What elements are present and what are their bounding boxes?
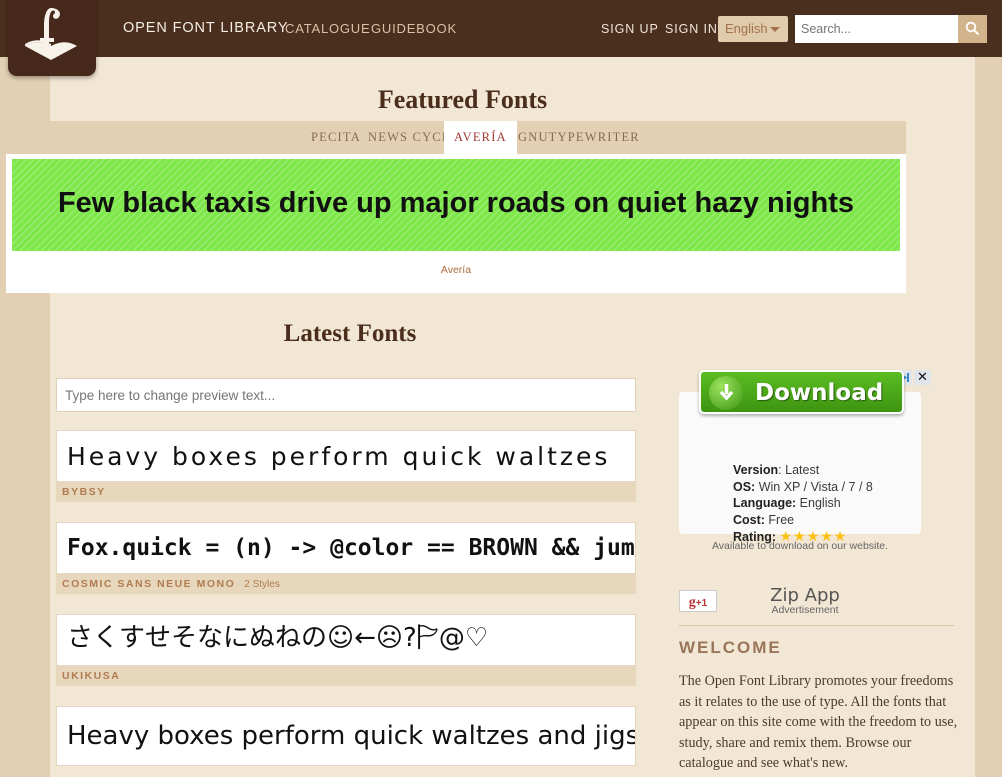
featured-font-banner[interactable]: Few black taxis drive up major roads on … — [12, 159, 900, 251]
ad-spec-label: OS: — [733, 479, 756, 494]
download-arrow-icon — [709, 376, 743, 410]
font-sample-text: Fox.quick = (n) -> @color == BROWN && ju… — [67, 535, 635, 561]
featured-font-caption[interactable]: Avería — [6, 264, 906, 276]
zip-app-subtitle: Advertisement — [771, 604, 839, 616]
sidebar-divider — [679, 625, 954, 626]
search-area — [795, 15, 987, 43]
font-list-item[interactable]: Fox.quick = (n) -> @color == BROWN && ju… — [56, 522, 636, 594]
font-sample-preview[interactable]: Heavy boxes perform quick waltzes — [56, 430, 636, 482]
search-button[interactable] — [958, 15, 987, 43]
ad-spec-version: Version: Latest — [733, 462, 873, 479]
font-sample-preview[interactable]: Fox.quick = (n) -> @color == BROWN && ju… — [56, 522, 636, 574]
featured-tabs: PECITA NEWS CYCLE AVERÍA GNUTYPEWRITER — [6, 121, 906, 154]
featured-sample-text: Few black taxis drive up major roads on … — [57, 187, 855, 219]
sign-in-link[interactable]: SIGN IN — [665, 22, 718, 36]
featured-font-panel: Few black taxis drive up major roads on … — [6, 154, 906, 293]
font-sample-preview[interactable]: Heavy boxes perform quick waltzes and ji… — [56, 706, 636, 766]
ad-spec-value: Free — [764, 512, 795, 527]
ad-spec-os: OS: Win XP / Vista / 7 / 8 — [733, 479, 873, 496]
font-sample-text: Heavy boxes perform quick waltzes — [67, 441, 611, 471]
font-list-item[interactable]: Heavy boxes perform quick waltzes BYBSY — [56, 430, 636, 502]
tab-averia[interactable]: AVERÍA — [444, 121, 517, 154]
google-plus-one-button[interactable]: g+1 — [679, 590, 717, 612]
site-logo[interactable] — [8, 0, 96, 76]
ad-spec-value: : Latest — [778, 463, 820, 477]
nav-item-guidebook[interactable]: GUIDEBOOK — [371, 21, 457, 36]
gplus-plus-one-label: +1 — [695, 598, 708, 609]
ad-spec-list: Version: Latest OS: Win XP / Vista / 7 /… — [733, 462, 873, 546]
featured-fonts-title: Featured Fonts — [377, 85, 548, 114]
zip-app-title[interactable]: Zip App — [730, 585, 880, 606]
ad-spec-label: Cost: — [733, 512, 765, 527]
preview-text-input[interactable] — [56, 378, 636, 412]
font-sample-preview[interactable]: さくすせそなにぬねの☺←☹?🏱@♡ — [56, 614, 636, 666]
font-meta-bar: COSMIC SANS NEUE MONO 2 Styles — [56, 574, 636, 594]
font-list-item[interactable]: Heavy boxes perform quick waltzes and ji… — [56, 706, 636, 766]
font-sample-text: Heavy boxes perform quick waltzes and ji… — [67, 721, 636, 751]
download-button[interactable]: Download — [699, 370, 904, 414]
ad-footer-text: Available to download on our website. — [711, 540, 889, 552]
nav-item-catalogue[interactable]: CATALOGUE — [285, 21, 370, 36]
welcome-heading: WELCOME — [679, 638, 782, 657]
search-input[interactable] — [795, 15, 958, 43]
welcome-body-text: The Open Font Library promotes your free… — [679, 673, 958, 771]
font-styles-label: 2 Styles — [244, 578, 280, 590]
language-selected-label: English — [725, 21, 768, 36]
chevron-down-icon — [770, 27, 780, 32]
sign-up-link[interactable]: SIGN UP — [601, 22, 659, 36]
font-meta-bar: BYBSY — [56, 482, 636, 502]
ad-spec-value: Win XP / Vista / 7 / 8 — [755, 479, 873, 494]
page-root: OPEN FONT LIBRARY CATALOGUE GUIDEBOOK SI… — [0, 0, 1002, 777]
font-meta-bar: UKIKUSA — [56, 666, 636, 686]
ad-spec-label: Version — [733, 463, 779, 477]
latest-fonts-title: Latest Fonts — [283, 320, 417, 347]
download-button-label: Download — [755, 380, 884, 406]
font-name-label[interactable]: BYBSY — [62, 486, 106, 498]
ad-spec-cost: Cost: Free — [733, 512, 873, 529]
font-name-label[interactable]: UKIKUSA — [62, 670, 120, 682]
top-navigation-bar: OPEN FONT LIBRARY CATALOGUE GUIDEBOOK SI… — [0, 0, 1002, 57]
ad-spec-label: Language: — [733, 496, 797, 510]
brand-link[interactable]: OPEN FONT LIBRARY — [123, 20, 288, 36]
font-sample-text: さくすせそなにぬねの☺←☹?🏱@♡ — [67, 623, 489, 653]
tab-gnutypewriter[interactable]: GNUTYPEWRITER — [508, 121, 650, 154]
ad-spec-value: English — [796, 496, 841, 510]
ad-spec-language: Language: English — [733, 495, 873, 512]
font-list-item[interactable]: さくすせそなにぬねの☺←☹?🏱@♡ UKIKUSA — [56, 614, 636, 686]
language-selector[interactable]: English — [718, 16, 788, 42]
gplus-g-label: g — [688, 595, 696, 610]
font-name-label[interactable]: COSMIC SANS NEUE MONO — [62, 578, 235, 590]
close-icon[interactable]: ✕ — [914, 370, 931, 385]
